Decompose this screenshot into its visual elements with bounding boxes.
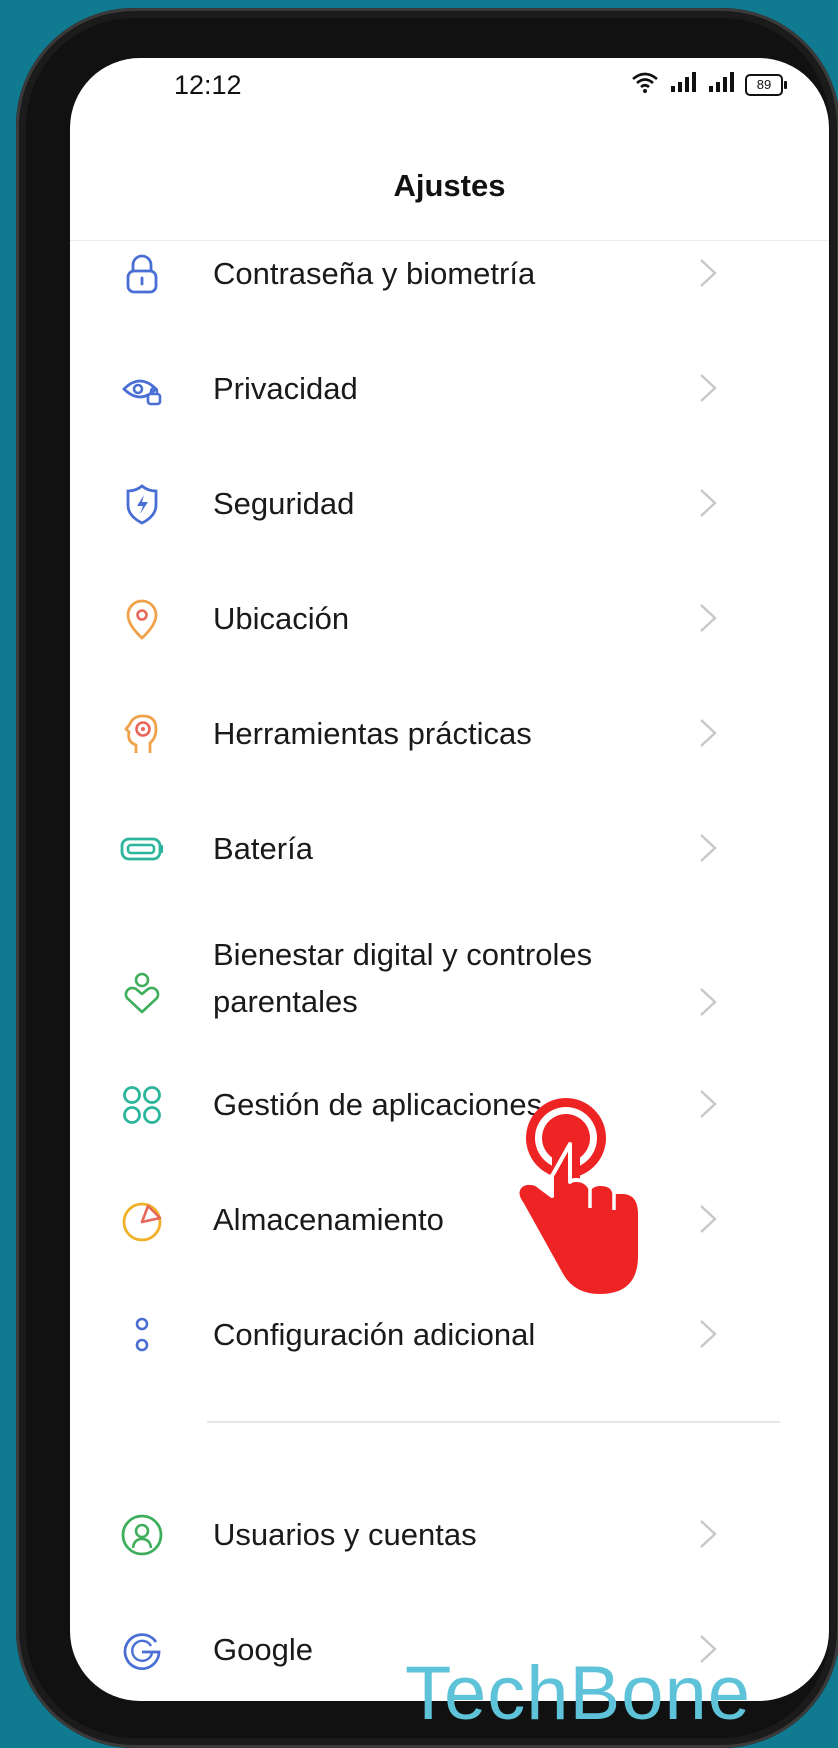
location-pin-icon (120, 597, 164, 641)
status-time: 12:12 (174, 70, 242, 100)
user-icon (120, 1513, 164, 1557)
settings-item-additional-settings[interactable]: Configuración adicional (70, 1305, 829, 1420)
chevron-right-icon (698, 603, 718, 633)
tools-head-icon (120, 712, 164, 756)
signal-icon (707, 70, 735, 99)
battery-indicator: 89 (745, 73, 787, 96)
phone-frame: 12:12 89 Ajustes Contraseña y biometría … (16, 8, 838, 1748)
settings-item-label: Privacidad (213, 371, 358, 406)
chevron-right-icon (698, 833, 718, 863)
chevron-right-icon (698, 1319, 718, 1349)
settings-item-label: Herramientas prácticas (213, 716, 532, 751)
settings-item-privacy[interactable]: Privacidad (70, 355, 829, 470)
settings-item-label: Bienestar digital y controles parentales (213, 937, 593, 1019)
chevron-right-icon (698, 718, 718, 748)
settings-item-label: Ubicación (213, 601, 350, 636)
wellbeing-heart-icon (120, 972, 164, 1016)
chevron-right-icon (698, 1089, 718, 1119)
phone-screen: 12:12 89 Ajustes Contraseña y biometría … (70, 58, 829, 1701)
chevron-right-icon (698, 373, 718, 403)
signal-icon (669, 70, 697, 99)
google-icon (120, 1628, 164, 1672)
privacy-eye-icon (120, 367, 164, 411)
settings-item-tools[interactable]: Herramientas prácticas (70, 700, 829, 815)
settings-item-app-management[interactable]: Gestión de aplicaciones (70, 1075, 829, 1190)
settings-item-storage[interactable]: Almacenamiento (70, 1190, 829, 1305)
chevron-right-icon (698, 488, 718, 518)
chevron-right-icon (698, 1204, 718, 1234)
settings-item-users-accounts[interactable]: Usuarios y cuentas (70, 1506, 829, 1621)
status-bar: 12:12 89 (70, 58, 829, 128)
additional-settings-icon (120, 1313, 164, 1357)
security-shield-icon (120, 482, 164, 526)
chevron-right-icon (698, 1519, 718, 1549)
settings-item-battery[interactable]: Batería (70, 815, 829, 930)
status-icons: 89 (631, 70, 787, 99)
lock-icon (120, 252, 164, 296)
settings-item-label: Seguridad (213, 486, 355, 521)
settings-item-security[interactable]: Seguridad (70, 470, 829, 585)
chevron-right-icon (698, 987, 718, 1017)
settings-item-location[interactable]: Ubicación (70, 585, 829, 700)
settings-item-password[interactable]: Contraseña y biometría (70, 240, 829, 355)
settings-item-label: Contraseña y biometría (213, 256, 536, 291)
section-divider (207, 1421, 780, 1423)
tap-hand-icon (514, 1096, 644, 1306)
page-title: Ajustes (393, 168, 506, 203)
settings-item-label: Batería (213, 831, 313, 866)
wifi-icon (631, 70, 659, 99)
apps-grid-icon (120, 1083, 164, 1127)
storage-pie-icon (120, 1198, 164, 1242)
battery-icon (120, 827, 164, 871)
settings-item-label: Usuarios y cuentas (213, 1517, 477, 1552)
chevron-right-icon (698, 258, 718, 288)
settings-item-label: Configuración adicional (213, 1317, 536, 1352)
techbone-watermark: TechBone (405, 1651, 752, 1736)
settings-item-digital-wellbeing[interactable]: Bienestar digital y controles parentales (70, 930, 829, 1075)
